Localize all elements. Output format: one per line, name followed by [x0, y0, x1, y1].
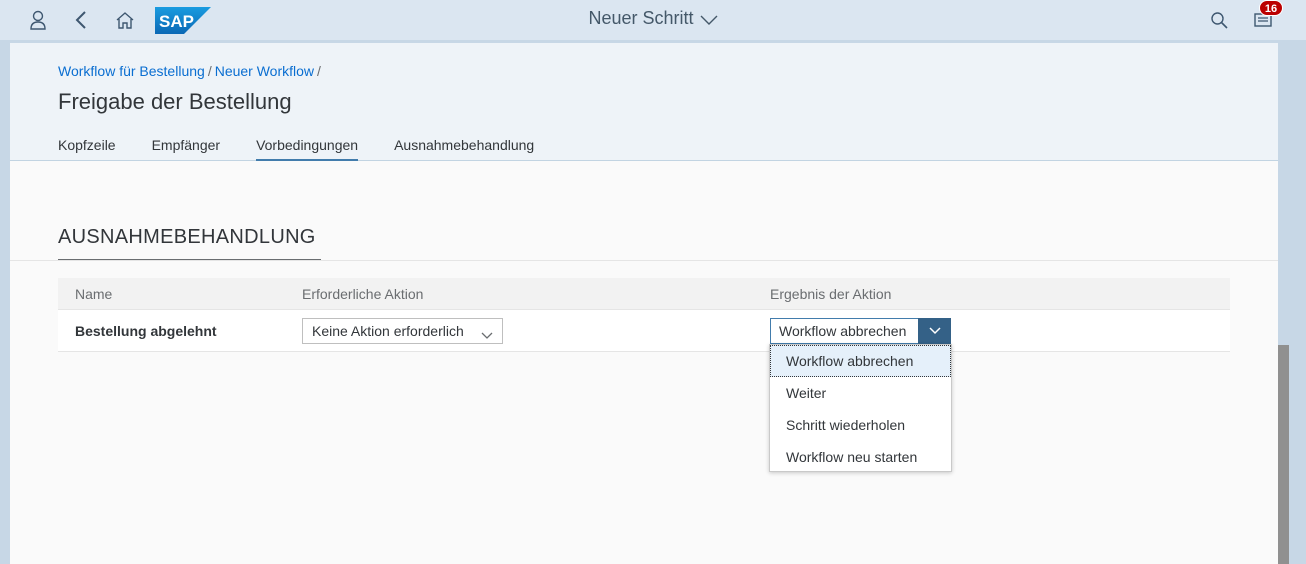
result-select[interactable]: Workflow abbrechen: [770, 318, 951, 344]
section-divider: [10, 260, 1278, 261]
dropdown-option[interactable]: Schritt wiederholen: [770, 409, 951, 441]
breadcrumb-link-new-workflow[interactable]: Neuer Workflow: [215, 63, 314, 79]
search-icon[interactable]: [1207, 8, 1231, 32]
dropdown-option-selected[interactable]: Workflow abbrechen: [770, 345, 951, 377]
tab-vorbedingungen[interactable]: Vorbedingungen: [256, 137, 359, 161]
action-select[interactable]: Keine Aktion erforderlich: [302, 318, 503, 344]
page-title: Freigabe der Bestellung: [58, 89, 292, 114]
object-page: Workflow für Bestellung / Neuer Workflow / …: [10, 43, 1278, 564]
column-header-result: Ergebnis der Aktion: [770, 286, 892, 302]
tab-bar: Kopfzeile Empfänger Vorbedingungen Ausna…: [58, 137, 570, 161]
dropdown-option[interactable]: Weiter: [770, 377, 951, 409]
result-select-dropdown-button[interactable]: [918, 318, 951, 344]
column-header-name: Name: [75, 286, 113, 302]
tab-ausnahmebehandlung[interactable]: Ausnahmebehandlung: [394, 137, 534, 161]
tab-empfaenger[interactable]: Empfänger: [152, 137, 220, 161]
breadcrumb-separator: /: [207, 63, 212, 79]
notification-badge[interactable]: 16: [1259, 0, 1283, 16]
table-header: Name Erforderliche Aktion Ergebnis der A…: [58, 278, 1230, 310]
breadcrumb: Workflow für Bestellung / Neuer Workflow /: [58, 63, 324, 79]
shell-title-menu[interactable]: Neuer Schritt: [0, 8, 1306, 30]
action-select-value: Keine Aktion erforderlich: [312, 323, 464, 339]
object-page-header: Workflow für Bestellung / Neuer Workflow / …: [10, 43, 1278, 161]
result-dropdown-list: Workflow abbrechen Weiter Schritt wieder…: [769, 344, 952, 472]
tab-kopfzeile[interactable]: Kopfzeile: [58, 137, 116, 161]
shell-bar: SAP Neuer Schritt 16: [0, 0, 1306, 40]
result-select-value: Workflow abbrechen: [779, 323, 907, 339]
table-row: Bestellung abgelehnt Keine Aktion erford…: [58, 310, 1230, 352]
section-title: AUSNAHMEBEHANDLUNG: [58, 226, 321, 261]
dropdown-option[interactable]: Workflow neu starten: [770, 441, 951, 473]
column-header-action: Erforderliche Aktion: [302, 286, 424, 302]
chevron-down-icon: [928, 327, 941, 335]
shell-title[interactable]: Neuer Schritt: [588, 8, 693, 28]
scrollbar[interactable]: [1278, 345, 1289, 564]
chevron-down-icon[interactable]: [700, 9, 718, 30]
chevron-down-icon[interactable]: [481, 327, 493, 343]
breadcrumb-link-workflow[interactable]: Workflow für Bestellung: [58, 63, 205, 79]
row-name: Bestellung abgelehnt: [75, 323, 217, 339]
breadcrumb-separator: /: [317, 63, 321, 79]
exception-table: Name Erforderliche Aktion Ergebnis der A…: [58, 278, 1230, 352]
